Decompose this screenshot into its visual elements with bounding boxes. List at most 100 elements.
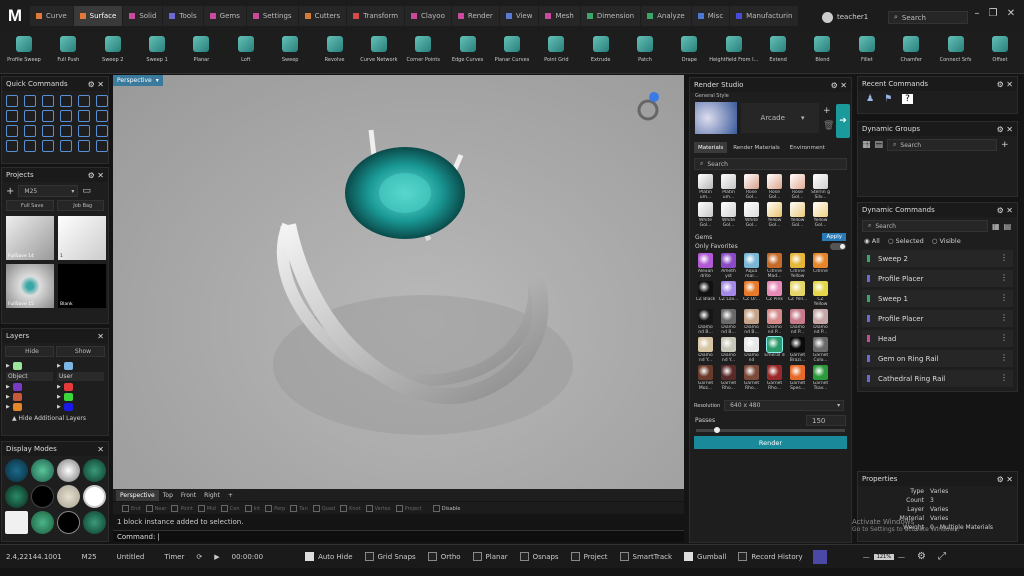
osnap-toggle[interactable]: Knot — [335, 504, 361, 512]
osnap-toggle[interactable]: End — [117, 504, 141, 512]
gem-swatch[interactable]: Garnet Rho... — [718, 365, 739, 391]
materials-search-input[interactable]: ⌕ Search — [694, 158, 847, 170]
gem-swatch[interactable]: Garnet Rho... — [764, 365, 785, 391]
tab-surface[interactable]: Surface — [73, 6, 123, 26]
monochrome-mode-icon[interactable] — [57, 511, 80, 534]
gumball-sphere-icon[interactable] — [649, 92, 659, 102]
shaded-mode-icon[interactable] — [31, 459, 54, 482]
project-thumbnail[interactable]: FullSave 14 — [6, 216, 54, 260]
raytraced-mode-icon[interactable] — [31, 511, 54, 534]
panel-controls[interactable]: ⚙ ✕ — [997, 206, 1013, 215]
expand-icon[interactable]: ⤢ — [938, 551, 946, 562]
play-icon[interactable]: ▶ — [214, 553, 219, 561]
command-line[interactable]: Command: | — [113, 530, 684, 542]
more-icon[interactable]: ⋮ — [1000, 253, 1008, 262]
gem-swatch[interactable]: Citrine Yellow — [787, 253, 808, 279]
folder-icon[interactable]: ▭ — [82, 186, 91, 196]
panel-controls[interactable]: ⚙ ✕ — [88, 171, 104, 180]
tab-settings[interactable]: Settings — [246, 6, 298, 26]
material-swatch[interactable]: Rose Gol... — [787, 174, 808, 200]
technical-mode-icon[interactable] — [31, 485, 54, 508]
osnap-toggle[interactable]: Disable — [428, 504, 460, 512]
command-icon[interactable] — [24, 95, 36, 107]
ribbon-button[interactable]: Full Push — [48, 32, 88, 74]
refresh-icon[interactable]: ⟳ — [196, 553, 202, 561]
command-icon[interactable] — [60, 140, 72, 152]
apply-button[interactable]: Apply — [822, 233, 846, 241]
ribbon-button[interactable]: Loft — [226, 32, 266, 74]
ribbon-button[interactable]: Drape — [669, 32, 709, 74]
expand-icon[interactable]: ▶ — [57, 404, 61, 410]
tab-dimension[interactable]: Dimension — [580, 6, 641, 26]
panel-controls[interactable]: ⚙ ✕ — [997, 125, 1013, 134]
command-icon[interactable] — [42, 125, 54, 137]
material-swatch[interactable]: White Gol... — [695, 202, 716, 228]
command-icon[interactable] — [6, 125, 18, 137]
osnap-toggle[interactable]: Int — [240, 504, 260, 512]
gem-swatch[interactable]: Garnet Rho... — [741, 365, 762, 391]
gem-swatch[interactable]: Diamo nd P... — [810, 309, 831, 335]
tab-analyze[interactable]: Analyze — [641, 6, 691, 26]
ribbon-button[interactable]: Blend — [802, 32, 842, 74]
filter-selected[interactable]: ○ Selected — [888, 237, 924, 245]
add-icon[interactable]: + — [823, 106, 834, 116]
gear-icon[interactable]: ⚙ — [917, 551, 926, 562]
material-swatch[interactable]: Yellow Gol... — [787, 202, 808, 228]
tab-tools[interactable]: Tools — [163, 6, 203, 26]
osnap-toggle[interactable]: Cen — [216, 504, 240, 512]
material-swatch[interactable]: Platin um... — [695, 174, 716, 200]
hide-additional-layers-button[interactable]: ▲ Hide Additional Layers — [2, 413, 108, 424]
ribbon-button[interactable]: Planar — [181, 32, 221, 74]
osnap-toggle[interactable]: Quad — [308, 504, 335, 512]
close-icon[interactable]: ✕ — [1004, 8, 1018, 22]
layer-name[interactable]: Object — [6, 372, 53, 381]
ribbon-button[interactable]: Patch — [625, 32, 665, 74]
artistic-mode-icon[interactable] — [57, 485, 80, 508]
commands-search-input[interactable]: ⌕ Search — [862, 220, 988, 232]
ribbon-button[interactable]: Sweep 1 — [137, 32, 177, 74]
grid-view-icon[interactable]: ▦ — [992, 222, 1000, 231]
ribbon-button[interactable]: Corner Points — [403, 32, 443, 74]
more-icon[interactable]: ⋮ — [1000, 353, 1008, 362]
tab-solid[interactable]: Solid — [123, 6, 163, 26]
ribbon-button[interactable]: Edge Curves — [448, 32, 488, 74]
groups-search-input[interactable]: ⌕ Search — [887, 139, 998, 151]
status-toggle[interactable]: SmartTrack — [619, 552, 672, 561]
layer-color[interactable] — [63, 403, 73, 411]
arctic-mode-icon[interactable] — [5, 511, 28, 534]
command-icon[interactable] — [42, 110, 54, 122]
command-icon[interactable] — [78, 110, 90, 122]
status-toggle[interactable]: Grid Snaps — [364, 552, 416, 561]
viewport-label[interactable]: Perspective ▾ — [113, 75, 163, 86]
dynamic-command-item[interactable]: Head ⋮ — [862, 330, 1013, 347]
project-thumbnail[interactable]: FullSave 15 — [6, 264, 54, 308]
gem-swatch[interactable]: CZ Or... — [741, 281, 762, 307]
tab-environment[interactable]: Environment — [786, 142, 829, 153]
command-icon[interactable] — [42, 140, 54, 152]
tab-transform[interactable]: Transform — [347, 6, 405, 26]
viewport[interactable] — [113, 75, 684, 489]
dynamic-command-item[interactable]: Profile Placer ⋮ — [862, 270, 1013, 287]
ribbon-button[interactable]: Planar Curves — [492, 32, 532, 74]
wireframe-mode-icon[interactable] — [5, 459, 28, 482]
command-icon[interactable] — [60, 125, 72, 137]
add-icon[interactable]: + — [6, 186, 14, 197]
gem-swatch[interactable]: Diamo nd B... — [695, 309, 716, 335]
osnap-toggle[interactable]: Near — [141, 504, 166, 512]
ribbon-button[interactable]: Curve Network — [359, 32, 399, 74]
ribbon-button[interactable]: Connect Srfs — [936, 32, 976, 74]
project-thumbnail[interactable]: Blank — [58, 264, 106, 308]
tab-manufacturin[interactable]: Manufacturin — [730, 6, 799, 26]
help-icon[interactable]: ? — [902, 94, 913, 104]
command-icon[interactable] — [78, 95, 90, 107]
command-icon[interactable] — [42, 95, 54, 107]
command-icon[interactable] — [96, 95, 108, 107]
gem-swatch[interactable]: Diamo nd B... — [741, 309, 762, 335]
gem-swatch[interactable]: Citrine — [810, 253, 831, 279]
ghosted-mode-icon[interactable] — [83, 459, 106, 482]
filter-all[interactable]: ◉ All — [864, 237, 880, 245]
dynamic-command-item[interactable]: Profile Placer ⋮ — [862, 310, 1013, 327]
gem-swatch[interactable]: CZ Pink — [764, 281, 785, 307]
more-icon[interactable]: ⋮ — [1000, 333, 1008, 342]
expand-icon[interactable]: ▶ — [6, 384, 10, 390]
